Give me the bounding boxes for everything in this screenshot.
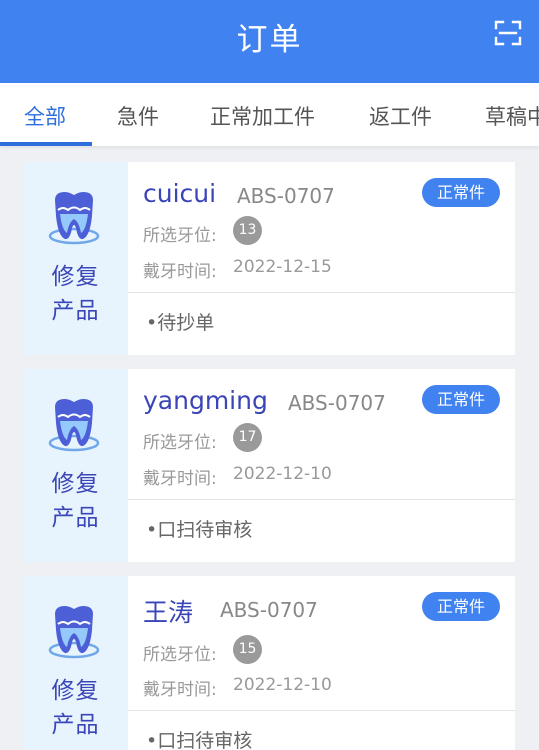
card-divider: [128, 710, 515, 711]
patient-name: 王涛: [143, 598, 194, 627]
order-status: •口扫待审核: [146, 730, 253, 750]
order-type-badge: 正常件: [422, 178, 500, 207]
product-type-label: 修复 产品: [51, 471, 100, 531]
tooth-number-badge: 13: [233, 216, 262, 245]
order-type-badge: 正常件: [422, 592, 500, 621]
order-code: ABS-0707: [237, 184, 335, 208]
tooth-position-label: 所选牙位:: [143, 433, 217, 453]
tooth-position-label: 所选牙位:: [143, 645, 217, 665]
app-header: 订单: [0, 0, 539, 83]
delivery-date-label: 戴牙时间:: [143, 469, 217, 489]
tab-all[interactable]: 全部: [24, 101, 66, 131]
tab-normal-processing[interactable]: 正常加工件: [210, 101, 315, 131]
delivery-date: 2022-12-15: [233, 257, 332, 277]
delivery-date-label: 戴牙时间:: [143, 262, 217, 282]
product-type-panel: 修复 产品: [23, 576, 128, 750]
product-type-panel: 修复 产品: [23, 162, 128, 355]
card-divider: [128, 499, 515, 500]
page-title: 订单: [236, 22, 303, 58]
tab-urgent[interactable]: 急件: [117, 101, 159, 131]
order-tabs: 全部 急件 正常加工件 返工件 草稿中: [0, 83, 539, 146]
delivery-date: 2022-12-10: [233, 675, 332, 695]
tooth-position-label: 所选牙位:: [143, 226, 217, 246]
order-card[interactable]: 修复 产品 王涛 ABS-0707 正常件 所选牙位: 15 戴牙时间: 202…: [23, 576, 515, 750]
tab-rework[interactable]: 返工件: [369, 101, 432, 131]
tooth-icon: [48, 399, 100, 452]
order-status: •待抄单: [146, 312, 215, 334]
delivery-date: 2022-12-10: [233, 464, 332, 484]
tooth-number-badge: 17: [233, 423, 262, 452]
order-code: ABS-0707: [220, 598, 318, 622]
tooth-icon: [48, 192, 100, 245]
patient-name: yangming: [143, 386, 268, 415]
scan-button[interactable]: [494, 20, 522, 46]
product-type-label: 修复 产品: [51, 264, 100, 324]
order-card[interactable]: 修复 产品 yangming ABS-0707 正常件 所选牙位: 17 戴牙时…: [23, 369, 515, 562]
tooth-icon: [48, 606, 100, 659]
delivery-date-label: 戴牙时间:: [143, 680, 217, 700]
product-type-label: 修复 产品: [51, 678, 100, 738]
active-tab-indicator: [0, 142, 92, 146]
order-type-badge: 正常件: [422, 385, 500, 414]
tab-drafts[interactable]: 草稿中: [485, 101, 539, 131]
order-code: ABS-0707: [288, 391, 386, 415]
patient-name: cuicui: [143, 179, 217, 208]
tooth-number-badge: 15: [233, 635, 262, 664]
order-card[interactable]: 修复 产品 cuicui ABS-0707 正常件 所选牙位: 13 戴牙时间:…: [23, 162, 515, 355]
product-type-panel: 修复 产品: [23, 369, 128, 562]
scan-icon: [494, 20, 522, 46]
order-status: •口扫待审核: [146, 519, 253, 541]
card-divider: [128, 292, 515, 293]
